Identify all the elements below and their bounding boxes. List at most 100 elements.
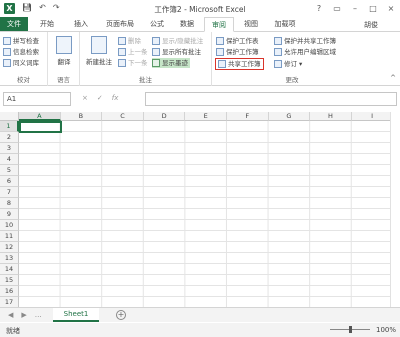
row-header[interactable]: 8 bbox=[0, 198, 19, 209]
worksheet-grid: ABCDEFGHI 1 2 3 4 5 6 7 8 9 10 11 12 13 14 15 16 17 bbox=[0, 112, 400, 307]
active-cell[interactable] bbox=[19, 121, 62, 133]
row-header[interactable]: 10 bbox=[0, 220, 19, 231]
next-comment-icon bbox=[118, 59, 126, 67]
sheet-prev-icon[interactable]: ◀ bbox=[8, 311, 13, 319]
row-header[interactable]: 14 bbox=[0, 264, 19, 275]
tab-formulas[interactable]: 公式 bbox=[144, 17, 170, 32]
cells-area[interactable] bbox=[19, 121, 390, 307]
row-header[interactable]: 1 bbox=[0, 121, 19, 132]
spell-check-icon bbox=[3, 37, 11, 45]
name-box[interactable]: A1 bbox=[3, 92, 71, 106]
protect-sheet-label: 保护工作表 bbox=[226, 37, 259, 45]
status-bar: 就绪 100% bbox=[0, 323, 400, 337]
protect-share-workbook-button[interactable]: 保护并共享工作簿 bbox=[274, 36, 336, 46]
research-button[interactable]: 信息检索 bbox=[3, 47, 39, 57]
title-bar: X 💾︎ ↶ ↷ 工作簿2 - Microsoft Excel ? ▭ – □ … bbox=[0, 0, 400, 17]
group-language: 翻译 语言 bbox=[48, 32, 80, 86]
tab-addins[interactable]: 加载项 bbox=[268, 17, 302, 32]
previous-comment-button[interactable]: 上一条 bbox=[118, 47, 148, 57]
share-workbook-button[interactable]: 共享工作簿 bbox=[215, 58, 264, 70]
row-header[interactable]: 17 bbox=[0, 297, 19, 307]
close-button[interactable]: × bbox=[382, 0, 400, 17]
thesaurus-button[interactable]: 同义词库 bbox=[3, 58, 39, 68]
row-header[interactable]: 11 bbox=[0, 231, 19, 242]
protect-sheet-button[interactable]: 保护工作表 bbox=[216, 36, 259, 46]
show-ink-button[interactable]: 显示墨迹 bbox=[152, 58, 190, 68]
column-header[interactable]: H bbox=[310, 112, 352, 121]
delete-comment-button[interactable]: 删除 bbox=[118, 36, 141, 46]
column-header[interactable]: I bbox=[351, 112, 394, 121]
track-changes-label: 修订 bbox=[284, 60, 297, 68]
help-button[interactable]: ? bbox=[310, 0, 328, 17]
window-controls: ? ▭ – □ × bbox=[310, 0, 400, 17]
zoom-slider-thumb[interactable] bbox=[349, 326, 352, 333]
ribbon: 拼写检查 信息检索 同义词库 校对 翻译 语言 新建批注 删除 上一条 下一条 … bbox=[0, 31, 400, 86]
vertical-scrollbar[interactable] bbox=[390, 112, 400, 307]
tab-file[interactable]: 文件 bbox=[0, 17, 28, 32]
track-changes-button[interactable]: 修订 ▾ bbox=[274, 59, 302, 69]
new-comment-icon bbox=[91, 36, 107, 54]
spell-check-button[interactable]: 拼写检查 bbox=[3, 36, 39, 46]
tab-data[interactable]: 数据 bbox=[174, 17, 200, 32]
row-header[interactable]: 4 bbox=[0, 154, 19, 165]
sheet-tab-sheet1[interactable]: Sheet1 bbox=[53, 308, 99, 322]
tab-home[interactable]: 开始 bbox=[32, 17, 62, 32]
protect-workbook-label: 保护工作簿 bbox=[226, 48, 259, 56]
collapse-ribbon-icon[interactable]: ^ bbox=[390, 74, 396, 82]
row-header[interactable]: 15 bbox=[0, 275, 19, 286]
group-changes: 保护工作表 保护工作簿 共享工作簿 保护并共享工作簿 允许用户编辑区域 修订 ▾… bbox=[212, 32, 372, 86]
delete-comment-label: 删除 bbox=[128, 37, 141, 45]
enter-icon[interactable]: ✓ bbox=[97, 94, 103, 102]
row-header[interactable]: 5 bbox=[0, 165, 19, 176]
minimize-button[interactable]: – bbox=[346, 0, 364, 17]
tab-review[interactable]: 审阅 bbox=[204, 17, 234, 32]
column-header[interactable]: C bbox=[102, 112, 144, 121]
protect-share-label: 保护并共享工作簿 bbox=[284, 37, 336, 45]
column-header[interactable]: E bbox=[185, 112, 227, 121]
insert-function-icon[interactable]: fx bbox=[112, 94, 119, 102]
tab-page-layout[interactable]: 页面布局 bbox=[100, 17, 140, 32]
track-changes-icon bbox=[274, 60, 282, 68]
allow-edit-icon bbox=[274, 48, 282, 56]
maximize-button[interactable]: □ bbox=[364, 0, 382, 17]
row-header[interactable]: 7 bbox=[0, 187, 19, 198]
group-comments: 新建批注 删除 上一条 下一条 显示/隐藏批注 显示所有批注 显示墨迹 批注 bbox=[80, 32, 212, 86]
formula-input[interactable] bbox=[145, 92, 397, 106]
sheet-tab-bar: ◀ ▶ … Sheet1 + bbox=[0, 307, 400, 322]
column-header[interactable]: B bbox=[60, 112, 103, 121]
column-header[interactable]: D bbox=[143, 112, 186, 121]
row-header[interactable]: 6 bbox=[0, 176, 19, 187]
ribbon-tabs: 文件 开始 插入 页面布局 公式 数据 审阅 视图 加载项 胡俊 bbox=[0, 17, 400, 32]
column-header[interactable]: G bbox=[268, 112, 311, 121]
row-header[interactable]: 12 bbox=[0, 242, 19, 253]
show-hide-comment-button[interactable]: 显示/隐藏批注 bbox=[152, 36, 203, 46]
protect-workbook-button[interactable]: 保护工作簿 bbox=[216, 47, 259, 57]
ribbon-display-button[interactable]: ▭ bbox=[328, 0, 346, 17]
show-all-comments-label: 显示所有批注 bbox=[162, 48, 201, 56]
zoom-level[interactable]: 100% bbox=[376, 326, 396, 334]
allow-edit-ranges-button[interactable]: 允许用户编辑区域 bbox=[274, 47, 336, 57]
tab-view[interactable]: 视图 bbox=[238, 17, 264, 32]
add-sheet-icon[interactable]: + bbox=[116, 310, 126, 320]
sheet-more-icon[interactable]: … bbox=[35, 311, 42, 319]
row-header[interactable]: 3 bbox=[0, 143, 19, 154]
next-comment-button[interactable]: 下一条 bbox=[118, 58, 148, 68]
row-header[interactable]: 2 bbox=[0, 132, 19, 143]
column-header[interactable]: F bbox=[227, 112, 269, 121]
column-header[interactable]: A bbox=[19, 112, 61, 121]
show-hide-comment-icon bbox=[152, 37, 160, 45]
sheet-next-icon[interactable]: ▶ bbox=[21, 311, 26, 319]
translate-icon bbox=[56, 36, 72, 54]
user-name[interactable]: 胡俊 bbox=[364, 20, 378, 30]
protect-share-icon bbox=[274, 37, 282, 45]
tab-insert[interactable]: 插入 bbox=[66, 17, 96, 32]
row-header[interactable]: 13 bbox=[0, 253, 19, 264]
row-header[interactable]: 9 bbox=[0, 209, 19, 220]
cancel-icon[interactable]: × bbox=[82, 94, 88, 102]
translate-button[interactable]: 翻译 bbox=[54, 36, 74, 66]
select-all-corner[interactable] bbox=[0, 112, 19, 121]
new-comment-button[interactable]: 新建批注 bbox=[82, 36, 116, 66]
allow-edit-label: 允许用户编辑区域 bbox=[284, 48, 336, 56]
show-all-comments-button[interactable]: 显示所有批注 bbox=[152, 47, 201, 57]
row-header[interactable]: 16 bbox=[0, 286, 19, 297]
